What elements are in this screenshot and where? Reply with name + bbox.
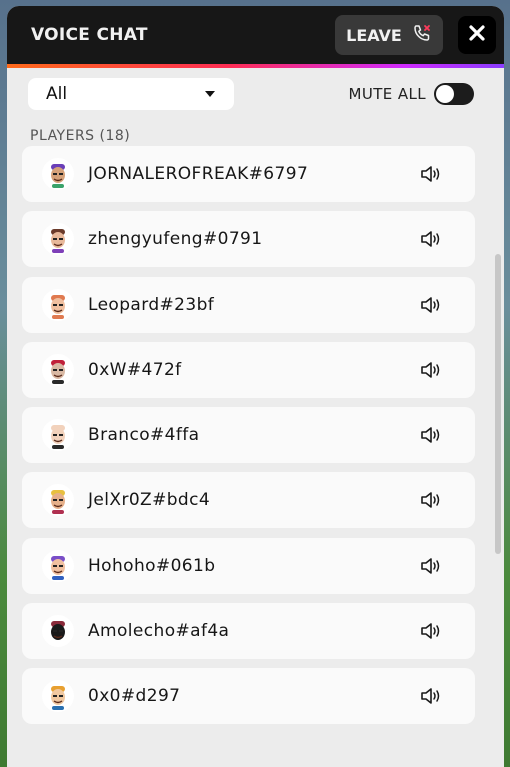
scrollbar-thumb[interactable] [495,254,501,554]
player-row[interactable]: 0xW#472f [22,341,475,398]
player-row[interactable]: JORNALEROFREAK#6797 [22,146,475,202]
player-row[interactable]: JelXr0Z#bdc4 [22,472,475,529]
players-heading: PLAYERS (18) [30,128,131,144]
speaker-icon[interactable] [419,619,443,643]
avatar [42,484,74,517]
speaker-icon[interactable] [419,488,443,512]
player-row[interactable]: Amolecho#af4a [22,603,475,660]
avatar [42,615,74,648]
avatar [42,223,74,256]
speaker-icon[interactable] [419,162,443,186]
player-name: Amolecho#af4a [88,621,230,642]
speaker-icon[interactable] [419,423,443,447]
accent-bar [7,64,504,68]
filter-selected-value: All [46,84,68,104]
mute-all-label: MUTE ALL [348,85,426,103]
close-icon [469,25,485,45]
player-filter-dropdown[interactable]: All [28,78,234,110]
avatar [42,419,74,452]
mute-all-control: MUTE ALL [348,83,474,105]
player-name: Branco#4ffa [88,425,200,446]
player-name: JORNALEROFREAK#6797 [88,164,309,184]
avatar [42,549,74,582]
player-row[interactable]: Hohoho#061b [22,537,475,594]
filter-row: All MUTE ALL [7,74,504,114]
player-row[interactable]: zhengyufeng#0791 [22,211,475,268]
player-list: JORNALEROFREAK#6797 zhengyufeng#0791 Leopa… [22,146,475,734]
mute-all-toggle[interactable] [434,83,474,105]
player-name: Leopard#23bf [88,294,215,315]
close-button[interactable] [458,16,496,54]
player-row[interactable]: Branco#4ffa [22,407,475,464]
player-name: JelXr0Z#bdc4 [88,490,211,511]
player-name: Hohoho#061b [88,555,216,576]
player-row[interactable]: 0x0#d297 [22,668,475,725]
toggle-knob [436,85,454,103]
speaker-icon[interactable] [419,293,443,317]
phone-hangup-icon [412,23,432,47]
speaker-icon[interactable] [419,227,443,251]
player-name: 0x0#d297 [88,686,181,707]
avatar [42,288,74,321]
player-name: 0xW#472f [88,359,182,380]
player-name: zhengyufeng#0791 [88,229,263,250]
avatar [42,680,74,713]
player-row[interactable]: Leopard#23bf [22,276,475,333]
leave-button-label: LEAVE [346,25,402,45]
panel-header: VOICE CHAT LEAVE [7,6,504,64]
avatar [42,353,74,386]
speaker-icon[interactable] [419,554,443,578]
speaker-icon[interactable] [419,358,443,382]
leave-button[interactable]: LEAVE [335,15,443,55]
speaker-icon[interactable] [419,684,443,708]
caret-down-icon [204,84,216,104]
panel-title: VOICE CHAT [31,25,148,45]
avatar [42,158,74,190]
